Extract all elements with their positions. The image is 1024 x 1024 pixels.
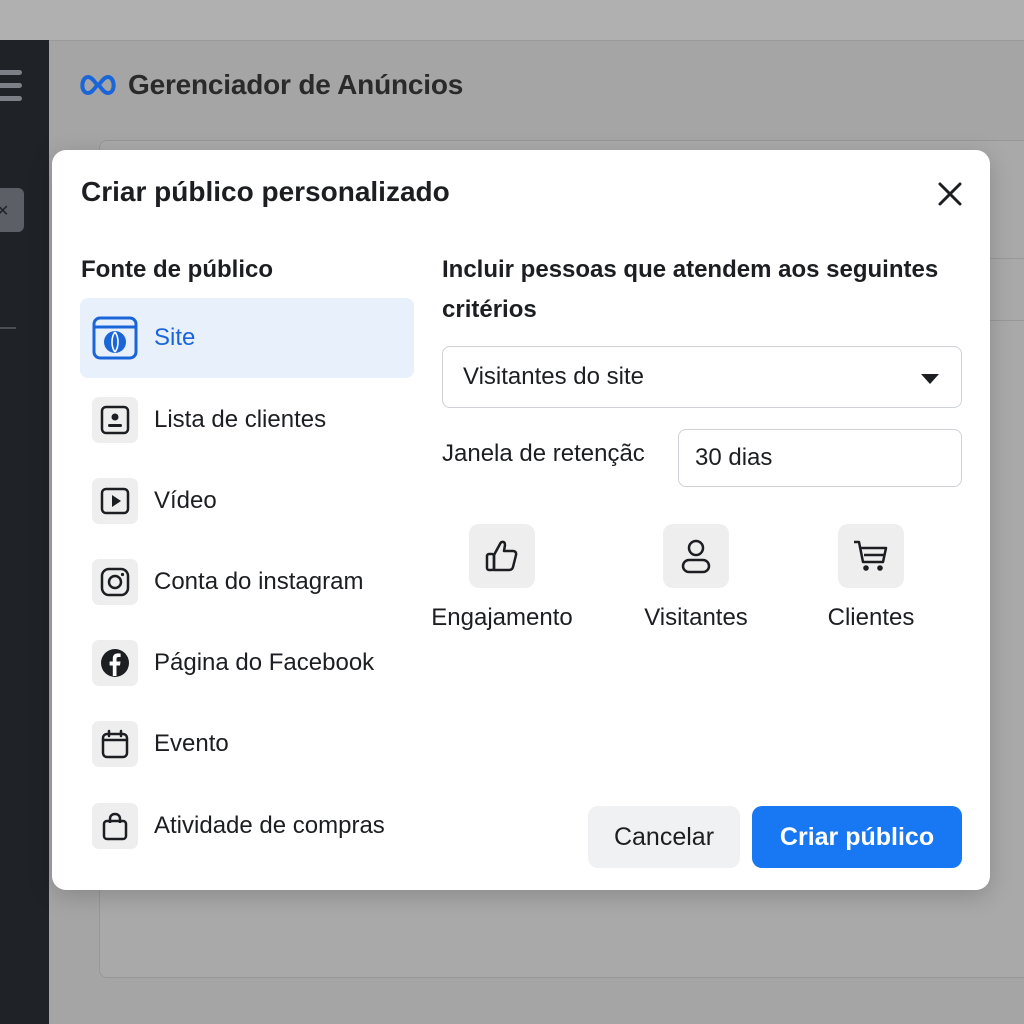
retention-input[interactable] <box>678 429 962 487</box>
menu-icon[interactable] <box>0 70 22 106</box>
quick-option-customers[interactable]: Clientes <box>810 524 932 632</box>
background-divider <box>990 320 1024 321</box>
facebook-icon <box>92 640 138 686</box>
quick-option-label: Visitantes <box>644 604 748 631</box>
calendar-icon <box>92 721 138 767</box>
source-label: Página do Facebook <box>154 649 375 676</box>
quick-option-visitors[interactable]: Visitantes <box>635 524 757 632</box>
thumbs-up-icon <box>469 524 535 588</box>
source-item-instagram[interactable]: Conta do instagram <box>80 542 414 622</box>
source-label: Vídeo <box>154 487 217 514</box>
website-icon <box>92 315 138 361</box>
source-label: Lista de clientes <box>154 406 327 433</box>
source-label: Conta do instagram <box>154 568 364 595</box>
shopping-cart-icon <box>838 524 904 588</box>
person-icon <box>663 524 729 588</box>
shopping-bag-icon <box>92 803 138 849</box>
source-item-site[interactable]: Site <box>80 298 414 378</box>
sidebar-shortcut-icon[interactable]: ✕ <box>0 188 24 232</box>
source-item-customer-list[interactable]: Lista de clientes <box>80 380 414 460</box>
audience-source-heading: Fonte de público <box>81 256 273 283</box>
app-header: Gerenciador de Anúncios <box>78 60 463 110</box>
source-label: Site <box>154 324 196 351</box>
create-audience-button[interactable]: Criar público <box>752 806 962 868</box>
instagram-icon <box>92 559 138 605</box>
criteria-heading: Incluir pessoas que atendem aos seguinte… <box>442 256 939 323</box>
contact-card-icon <box>92 397 138 443</box>
sidebar-divider <box>0 327 16 329</box>
source-label: Evento <box>154 730 229 757</box>
close-icon[interactable] <box>932 176 968 212</box>
background-divider <box>990 258 1024 259</box>
retention-label: Janela de retençãc <box>442 440 645 467</box>
quick-option-label: Engajamento <box>431 604 573 631</box>
meta-infinity-icon <box>80 74 116 96</box>
audience-type-select[interactable]: Visitantes do site <box>442 346 962 408</box>
top-strip <box>0 0 1024 40</box>
dialog-title: Criar público personalizado <box>81 176 450 207</box>
source-item-event[interactable]: Evento <box>80 704 414 784</box>
source-item-facebook-page[interactable]: Página do Facebook <box>80 623 414 703</box>
select-value: Visitantes do site <box>463 363 644 390</box>
source-item-video[interactable]: Vídeo <box>80 461 414 541</box>
quick-option-label: Clientes <box>827 604 915 631</box>
video-play-icon <box>92 478 138 524</box>
cancel-button[interactable]: Cancelar <box>588 806 740 868</box>
app-title: Gerenciador de Anúncios <box>128 69 464 100</box>
quick-option-engagement[interactable]: Engajamento <box>431 524 573 632</box>
source-label: Atividade de compras <box>154 812 385 839</box>
source-item-shopping-activity[interactable]: Atividade de compras <box>80 786 414 866</box>
caret-down-icon <box>921 374 939 384</box>
create-audience-dialog: Criar público personalizado Fonte de púb… <box>52 150 990 890</box>
